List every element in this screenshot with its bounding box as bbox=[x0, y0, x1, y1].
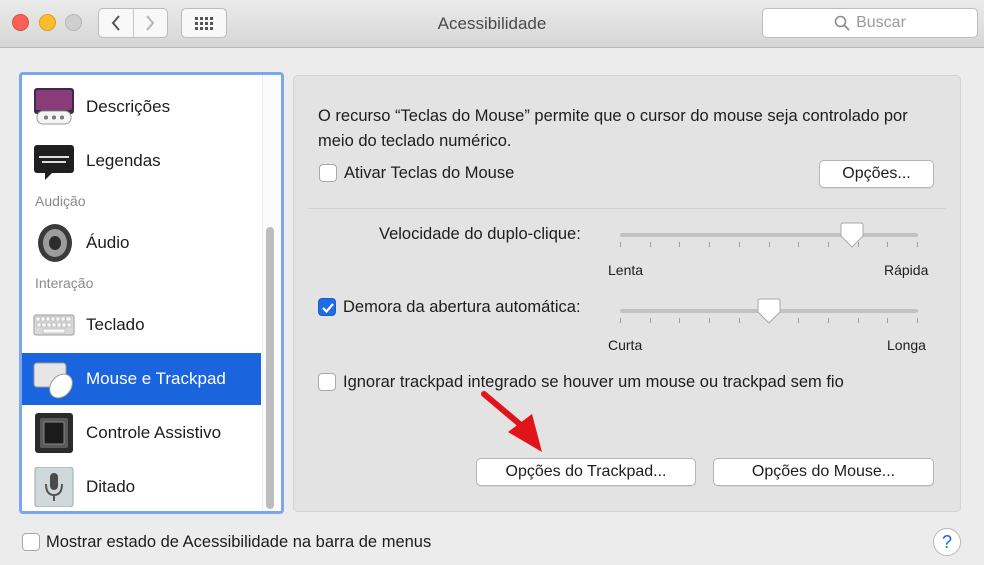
slider-tick bbox=[650, 318, 651, 323]
slider-thumb[interactable] bbox=[840, 221, 864, 249]
zoom-window-button[interactable] bbox=[65, 14, 82, 31]
sidebar[interactable]: Descrições Legendas Audição Áudio Intera… bbox=[19, 72, 284, 514]
microphone-icon bbox=[34, 467, 74, 507]
slider-tick bbox=[887, 318, 888, 323]
slider-tick bbox=[887, 242, 888, 247]
keyboard-icon bbox=[33, 314, 75, 336]
sidebar-item-label: Legendas bbox=[86, 151, 161, 170]
mouse-keys-checkbox[interactable] bbox=[319, 164, 337, 182]
mouse-trackpad-icon bbox=[33, 362, 73, 399]
spring-loading-checkbox[interactable] bbox=[318, 298, 336, 316]
descriptions-icon bbox=[34, 88, 74, 125]
section-header-interacao: Interação bbox=[35, 275, 94, 291]
chevron-right-icon bbox=[146, 15, 155, 31]
slider-tick bbox=[858, 318, 859, 323]
speaker-icon bbox=[38, 224, 72, 262]
checkmark-icon bbox=[322, 303, 334, 314]
slider-tick bbox=[620, 318, 621, 323]
forward-button[interactable] bbox=[132, 9, 168, 37]
slider-tick bbox=[798, 318, 799, 323]
sidebar-item-legendas[interactable]: Legendas bbox=[22, 135, 261, 187]
mouse-options-button[interactable]: Opções do Mouse... bbox=[713, 458, 934, 486]
spring-loading-min-label: Curta bbox=[608, 337, 643, 353]
sidebar-item-ditado[interactable]: Ditado bbox=[22, 461, 261, 511]
double-click-max-label: Rápida bbox=[884, 262, 929, 278]
spring-loading-max-label: Longa bbox=[887, 337, 926, 353]
slider-tick bbox=[679, 318, 680, 323]
back-button[interactable] bbox=[99, 9, 133, 37]
show-status-menubar-label: Mostrar estado de Acessibilidade na barr… bbox=[46, 533, 432, 551]
slider-tick bbox=[709, 318, 710, 323]
search-placeholder: Buscar bbox=[856, 14, 906, 31]
slider-tick bbox=[798, 242, 799, 247]
close-window-button[interactable] bbox=[12, 14, 29, 31]
spring-loading-delay-slider[interactable] bbox=[620, 296, 918, 336]
double-click-speed-slider[interactable] bbox=[620, 220, 918, 260]
slider-tick bbox=[739, 318, 740, 323]
slider-tick bbox=[828, 242, 829, 247]
double-click-speed-label: Velocidade do duplo-clique: bbox=[379, 225, 581, 243]
sidebar-item-label: Descrições bbox=[86, 97, 171, 116]
mouse-keys-description: O recurso “Teclas do Mouse” permite que … bbox=[318, 107, 908, 150]
slider-tick bbox=[620, 242, 621, 247]
title-bar: Acessibilidade Buscar bbox=[0, 0, 984, 48]
sidebar-item-label: Mouse e Trackpad bbox=[86, 369, 226, 388]
grid-icon bbox=[195, 17, 213, 30]
spring-loading-label: Demora da abertura automática: bbox=[343, 298, 581, 316]
sidebar-item-label: Ditado bbox=[86, 477, 136, 496]
annotation-arrow-icon bbox=[481, 391, 542, 452]
ignore-trackpad-label: Ignorar trackpad integrado se houver um … bbox=[343, 373, 844, 391]
slider-track bbox=[620, 233, 918, 237]
switch-control-icon bbox=[35, 413, 73, 453]
slider-tick bbox=[679, 242, 680, 247]
section-header-audicao: Audição bbox=[35, 193, 86, 209]
show-all-button[interactable] bbox=[181, 8, 227, 38]
chevron-left-icon bbox=[111, 15, 120, 31]
sidebar-item-controle-assistivo[interactable]: Controle Assistivo bbox=[22, 407, 261, 459]
back-forward-group bbox=[98, 8, 168, 38]
section-divider bbox=[308, 208, 945, 209]
slider-tick bbox=[739, 242, 740, 247]
show-status-menubar-checkbox[interactable] bbox=[22, 533, 40, 551]
mouse-keys-options-button[interactable]: Opções... bbox=[819, 160, 934, 188]
sidebar-item-audio[interactable]: Áudio bbox=[22, 217, 261, 269]
slider-tick bbox=[917, 242, 918, 247]
slider-tick bbox=[828, 318, 829, 323]
slider-tick bbox=[917, 318, 918, 323]
help-button[interactable]: ? bbox=[933, 528, 961, 556]
sidebar-item-label: Áudio bbox=[86, 233, 130, 252]
slider-thumb[interactable] bbox=[757, 297, 781, 325]
ignore-trackpad-checkbox[interactable] bbox=[318, 373, 336, 391]
minimize-window-button[interactable] bbox=[39, 14, 56, 31]
sidebar-item-teclado[interactable]: Teclado bbox=[22, 299, 261, 351]
captions-icon bbox=[34, 145, 74, 180]
sidebar-item-mouse-trackpad[interactable]: Mouse e Trackpad bbox=[22, 353, 261, 405]
slider-tick bbox=[650, 242, 651, 247]
sidebar-item-label: Teclado bbox=[86, 315, 145, 334]
slider-tick bbox=[709, 242, 710, 247]
search-icon bbox=[834, 15, 850, 31]
double-click-min-label: Lenta bbox=[608, 262, 644, 278]
slider-tick bbox=[769, 242, 770, 247]
sidebar-scrollbar[interactable] bbox=[266, 227, 274, 509]
mouse-keys-label: Ativar Teclas do Mouse bbox=[344, 164, 515, 182]
search-field[interactable]: Buscar bbox=[762, 8, 978, 38]
trackpad-options-button[interactable]: Opções do Trackpad... bbox=[476, 458, 696, 486]
sidebar-item-descricoes[interactable]: Descrições bbox=[22, 81, 261, 133]
sidebar-item-label: Controle Assistivo bbox=[86, 423, 222, 442]
